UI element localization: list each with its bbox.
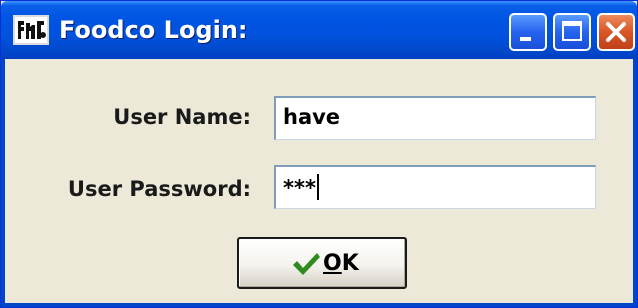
maximize-button[interactable] (553, 13, 591, 51)
title-bar[interactable]: Foodco Login: (1, 1, 637, 59)
minimize-icon (520, 37, 531, 41)
minimize-button[interactable] (509, 13, 547, 51)
window-frame-bottom (1, 303, 637, 307)
checkmark-icon (293, 253, 320, 275)
password-label: User Password: (67, 177, 251, 201)
window-title: Foodco Login: (59, 16, 248, 44)
username-label: User Name: (113, 105, 251, 129)
username-value: have (283, 105, 341, 129)
ok-button-label: OK (323, 251, 359, 277)
ok-label-rest: K (341, 251, 359, 276)
window-frame-left (1, 59, 5, 307)
login-window: Foodco Login: User Name: have User Passw… (0, 0, 638, 308)
password-value: *** (283, 176, 316, 200)
close-button[interactable] (597, 13, 635, 51)
ok-button[interactable]: OK (237, 237, 407, 289)
username-input[interactable]: have (274, 96, 596, 140)
window-frame-right (633, 59, 637, 307)
ok-mnemonic: O (323, 251, 342, 276)
foodco-app-icon (13, 15, 49, 45)
maximize-icon (562, 21, 582, 41)
text-cursor (316, 174, 319, 200)
password-input[interactable]: *** (274, 165, 596, 209)
close-icon (606, 22, 626, 42)
